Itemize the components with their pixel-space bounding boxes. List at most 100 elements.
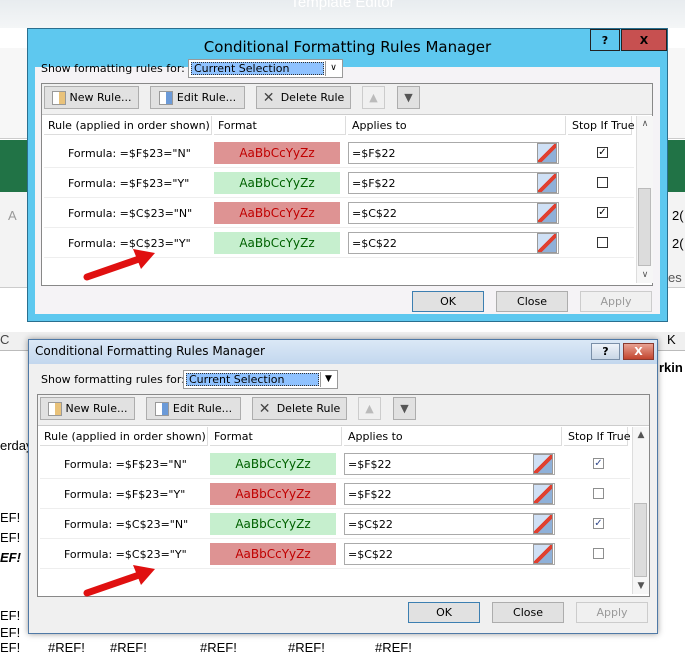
scroll-thumb[interactable] xyxy=(634,503,647,577)
scope-dropdown[interactable]: Current Selection ▼ xyxy=(183,370,338,389)
stop-if-true-checkbox[interactable]: ✓ xyxy=(597,147,608,158)
apply-button[interactable]: Apply xyxy=(576,602,648,623)
stop-if-true-checkbox[interactable] xyxy=(593,488,604,499)
applies-to-input[interactable]: =$C$22 xyxy=(344,513,555,535)
scroll-down-arrow[interactable]: ▼ xyxy=(633,578,649,594)
close-button[interactable]: X xyxy=(621,29,667,51)
dialog-title: Conditional Formatting Rules Manager xyxy=(203,38,492,56)
scroll-up-arrow[interactable]: ∧ xyxy=(637,116,653,132)
rule-row[interactable]: Formula: =$F$23="Y" AaBbCcYyZz =$F$22 xyxy=(40,480,630,509)
dialog-title: Conditional Formatting Rules Manager xyxy=(35,344,265,358)
scope-dropdown[interactable]: Current Selection ∨ xyxy=(188,59,343,78)
window-title: Template Editor xyxy=(290,0,395,11)
applies-to-input[interactable]: =$C$22 xyxy=(344,543,555,565)
delete-rule-button[interactable]: ✕ Delete Rule xyxy=(252,397,347,420)
applies-to-input[interactable]: =$F$22 xyxy=(348,172,559,194)
scope-value: Current Selection xyxy=(186,373,319,386)
edit-rule-button-label: Edit Rule... xyxy=(172,402,233,415)
chevron-down-icon[interactable]: ▼ xyxy=(320,372,336,387)
range-picker-icon[interactable] xyxy=(537,173,557,193)
close-button-footer[interactable]: Close xyxy=(496,291,568,312)
move-up-button[interactable]: ▲ xyxy=(362,86,385,109)
chevron-down-icon[interactable]: ∨ xyxy=(325,61,341,76)
rule-row[interactable]: Formula: =$F$23="Y" AaBbCcYyZz =$F$22 xyxy=(44,169,634,198)
column-header: Format xyxy=(214,116,346,135)
red-arrow-annotation xyxy=(83,249,155,281)
ok-button[interactable]: OK xyxy=(412,291,484,312)
rule-description: Formula: =$C$23="N" xyxy=(64,517,189,531)
range-picker-icon[interactable] xyxy=(533,454,553,474)
cell-text: K xyxy=(667,332,676,347)
vertical-scrollbar[interactable]: ▲ ▼ xyxy=(632,427,649,594)
stop-if-true-checkbox[interactable]: ✓ xyxy=(597,207,608,218)
help-button[interactable]: ? xyxy=(590,29,620,51)
cell-text: rkin xyxy=(659,360,683,375)
stop-if-true-checkbox[interactable]: ✓ xyxy=(593,518,604,529)
cell-text: A xyxy=(8,208,17,223)
delete-rule-button-label: Delete Rule xyxy=(276,402,341,415)
move-down-button[interactable]: ▼ xyxy=(397,86,420,109)
rule-row[interactable]: Formula: =$F$23="N" AaBbCcYyZz =$F$22 ✓ xyxy=(44,139,634,168)
range-picker-icon[interactable] xyxy=(533,514,553,534)
new-rule-button[interactable]: New Rule... xyxy=(40,397,135,420)
close-button-footer[interactable]: Close xyxy=(492,602,564,623)
stop-if-true-checkbox[interactable] xyxy=(593,548,604,559)
format-preview: AaBbCcYyZz xyxy=(214,232,340,254)
new-rule-icon xyxy=(51,90,66,105)
edit-rule-button[interactable]: Edit Rule... xyxy=(150,86,245,109)
rules-manager-dialog: Conditional Formatting Rules Manager? X Sh… xyxy=(28,339,658,634)
rules-manager-dialog: Conditional Formatting Rules Manager? X Sh… xyxy=(27,28,668,322)
edit-rule-button[interactable]: Edit Rule... xyxy=(146,397,241,420)
cell-text: EF! xyxy=(0,625,21,640)
cell-text: EF! xyxy=(0,550,21,565)
stop-if-true-checkbox[interactable] xyxy=(597,237,608,248)
rules-group: New Rule... Edit Rule... ✕ Delete Rule ▲ ▼ Rul… xyxy=(37,394,650,597)
rule-row[interactable]: Formula: =$C$23="N" AaBbCcYyZz =$C$22 ✓ xyxy=(44,199,634,228)
rule-description: Formula: =$F$23="Y" xyxy=(64,487,186,501)
move-up-button[interactable]: ▲ xyxy=(358,397,381,420)
stop-if-true-checkbox[interactable] xyxy=(597,177,608,188)
dialog-body: Show formatting rules for: Current Select… xyxy=(35,59,660,314)
new-rule-button[interactable]: New Rule... xyxy=(44,86,139,109)
scroll-down-arrow[interactable]: ∨ xyxy=(637,267,653,283)
cell-text: EF! xyxy=(0,510,21,525)
column-header: Applies to xyxy=(344,427,562,446)
column-header: Rule (applied in order shown) xyxy=(40,427,208,446)
format-preview: AaBbCcYyZz xyxy=(210,483,336,505)
scroll-up-arrow[interactable]: ▲ xyxy=(633,427,649,443)
ok-button[interactable]: OK xyxy=(408,602,480,623)
range-picker-icon[interactable] xyxy=(537,203,557,223)
rule-description: Formula: =$F$23="Y" xyxy=(68,176,190,190)
column-header: Stop If True xyxy=(568,116,634,135)
help-button[interactable]: ? xyxy=(591,343,620,360)
stop-if-true-checkbox[interactable]: ✓ xyxy=(593,458,604,469)
applies-to-input[interactable]: =$C$22 xyxy=(348,232,559,254)
new-rule-button-label: New Rule... xyxy=(65,402,128,415)
apply-button[interactable]: Apply xyxy=(580,291,652,312)
close-button[interactable]: X xyxy=(623,343,654,360)
edit-rule-icon xyxy=(154,401,169,416)
range-picker-icon[interactable] xyxy=(537,233,557,253)
applies-to-input[interactable]: =$F$22 xyxy=(344,453,555,475)
cell-text: EF! xyxy=(0,608,21,623)
move-down-button[interactable]: ▼ xyxy=(393,397,416,420)
range-picker-icon[interactable] xyxy=(533,544,553,564)
scroll-thumb[interactable] xyxy=(638,188,651,266)
vertical-scrollbar[interactable]: ∧ ∨ xyxy=(636,116,653,283)
applies-to-input[interactable]: =$C$22 xyxy=(348,202,559,224)
column-header: Stop If True xyxy=(564,427,630,446)
applies-to-input[interactable]: =$F$22 xyxy=(348,142,559,164)
cell-text: 2( xyxy=(672,208,684,223)
rule-row[interactable]: Formula: =$C$23="N" AaBbCcYyZz =$C$22 ✓ xyxy=(40,510,630,539)
column-header: Rule (applied in order shown) xyxy=(44,116,212,135)
range-picker-icon[interactable] xyxy=(533,484,553,504)
show-rules-for-label: Show formatting rules for: xyxy=(41,62,185,75)
delete-rule-button[interactable]: ✕ Delete Rule xyxy=(256,86,351,109)
delete-x-icon: ✕ xyxy=(262,89,275,106)
cell-text: es xyxy=(668,270,682,285)
rules-group: New Rule... Edit Rule... ✕ Delete Rule ▲ ▼ Rul… xyxy=(41,83,653,286)
range-picker-icon[interactable] xyxy=(537,143,557,163)
rule-row[interactable]: Formula: =$F$23="N" AaBbCcYyZz =$F$22 ✓ xyxy=(40,450,630,479)
new-rule-button-label: New Rule... xyxy=(69,91,132,104)
applies-to-input[interactable]: =$F$22 xyxy=(344,483,555,505)
